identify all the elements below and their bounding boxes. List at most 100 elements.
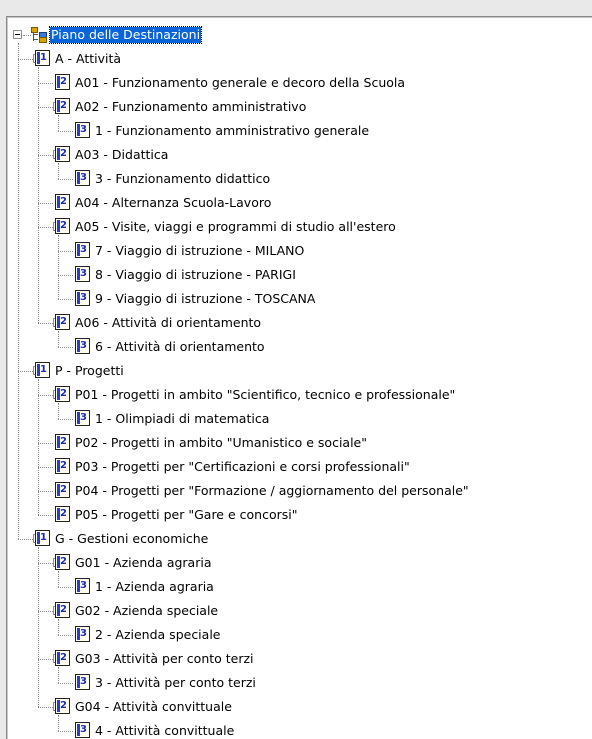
tree-node-label[interactable]: P03 - Progetti per "Certificazioni e cor… — [74, 459, 411, 475]
tree-node-level-2[interactable]: 2 A05 - Visite, viaggi e programmi di stu… — [7, 215, 592, 239]
tree-node-label[interactable]: P - Progetti — [54, 363, 125, 379]
level-2-node-icon: 2 — [55, 458, 70, 474]
tree-node-label[interactable]: P04 - Progetti per "Formazione / aggiorn… — [74, 483, 470, 499]
level-3-node-icon: 3 — [75, 338, 90, 354]
level-3-node-icon: 3 — [75, 626, 90, 642]
node-badge: 3 — [80, 172, 87, 183]
tree-node-label[interactable]: P05 - Progetti per "Gare e concorsi" — [74, 507, 298, 523]
tree-node-label[interactable]: 1 - Azienda agraria — [94, 579, 215, 595]
tree-node-label[interactable]: 7 - Viaggio di istruzione - MILANO — [94, 243, 305, 259]
node-badge: 2 — [60, 220, 67, 231]
tree-node-level-3[interactable]: 3 1 - Azienda agraria — [7, 575, 592, 599]
tree-node-level-2[interactable]: 2 G03 - Attività per conto terzi — [7, 647, 592, 671]
tree-node-label[interactable]: A04 - Alternanza Scuola-Lavoro — [74, 195, 272, 211]
node-badge: 3 — [80, 268, 87, 279]
tree-node-level-2[interactable]: 2 A04 - Alternanza Scuola-Lavoro — [7, 191, 592, 215]
tree-node-level-2[interactable]: 2 A06 - Attività di orientamento — [7, 311, 592, 335]
tree-node-label[interactable]: 3 - Attività per conto terzi — [94, 675, 257, 691]
tree-node-level-2[interactable]: 2 G01 - Azienda agraria — [7, 551, 592, 575]
tree-node-level-2[interactable]: 2 P03 - Progetti per "Certificazioni e co… — [7, 455, 592, 479]
tree-node-label[interactable]: 4 - Attività convittuale — [94, 723, 235, 739]
tree-node-level-1[interactable]: 1 G - Gestioni economiche — [7, 527, 592, 551]
level-3-node-icon: 3 — [75, 722, 90, 738]
tree-node-level-2[interactable]: 2 G04 - Attività convittuale — [7, 695, 592, 719]
node-badge: 3 — [80, 724, 87, 735]
tree-node-label[interactable]: A01 - Funzionamento generale e decoro de… — [74, 75, 406, 91]
tree-node-level-3[interactable]: 3 9 - Viaggio di istruzione - TOSCANA — [7, 287, 592, 311]
tree-node-label[interactable]: A - Attività — [54, 51, 122, 67]
tree-node-label[interactable]: G03 - Attività per conto terzi — [74, 651, 255, 667]
level-1-node-icon: 1 — [35, 50, 50, 66]
node-badge: 2 — [60, 460, 67, 471]
node-badge: 2 — [60, 604, 67, 615]
node-badge: 2 — [60, 76, 67, 87]
tree-node-level-3[interactable]: 3 3 - Attività per conto terzi — [7, 671, 592, 695]
tree-node-label[interactable]: P01 - Progetti in ambito "Scientifico, t… — [74, 387, 456, 403]
tree-node-level-2[interactable]: 2 G02 - Azienda speciale — [7, 599, 592, 623]
node-badge: 2 — [60, 652, 67, 663]
collapse-toggle-icon[interactable] — [13, 30, 22, 39]
tree-node-level-3[interactable]: 3 6 - Attività di orientamento — [7, 335, 592, 359]
tree-root-label[interactable]: Piano delle Destinazioni — [48, 26, 203, 44]
tree-node-level-3[interactable]: 3 3 - Funzionamento didattico — [7, 167, 592, 191]
node-badge: 3 — [80, 292, 87, 303]
node-badge: 2 — [60, 388, 67, 399]
tree-root-row[interactable]: Piano delle Destinazioni — [7, 23, 592, 47]
tree-node-level-2[interactable]: 2 P04 - Progetti per "Formazione / aggior… — [7, 479, 592, 503]
level-2-node-icon: 2 — [55, 146, 70, 162]
node-badge: 2 — [60, 556, 67, 567]
node-badge: 2 — [60, 484, 67, 495]
tree-node-label[interactable]: G - Gestioni economiche — [54, 531, 209, 547]
destinations-tree[interactable]: Piano delle Destinazioni 1A - Attività 2 A… — [7, 17, 592, 739]
level-2-node-icon: 2 — [55, 482, 70, 498]
tree-node-level-3[interactable]: 3 2 - Azienda speciale — [7, 623, 592, 647]
node-badge: 2 — [60, 508, 67, 519]
node-badge: 2 — [60, 700, 67, 711]
tree-node-level-2[interactable]: 2 P01 - Progetti in ambito "Scientifico, … — [7, 383, 592, 407]
level-3-node-icon: 3 — [75, 410, 90, 426]
tree-node-level-2[interactable]: 2 P05 - Progetti per "Gare e concorsi" — [7, 503, 592, 527]
tree-node-label[interactable]: 2 - Azienda speciale — [94, 627, 221, 643]
tree-node-level-2[interactable]: 2 A03 - Didattica — [7, 143, 592, 167]
node-badge: 1 — [40, 364, 47, 375]
tree-node-label[interactable]: 1 - Olimpiadi di matematica — [94, 411, 270, 427]
tree-node-label[interactable]: 3 - Funzionamento didattico — [94, 171, 271, 187]
tree-node-label[interactable]: A02 - Funzionamento amministrativo — [74, 99, 307, 115]
level-2-node-icon: 2 — [55, 602, 70, 618]
tree-node-label[interactable]: 1 - Funzionamento amministrativo general… — [94, 123, 370, 139]
level-2-node-icon: 2 — [55, 506, 70, 522]
node-badge: 3 — [80, 412, 87, 423]
tree-node-label[interactable]: G02 - Azienda speciale — [74, 603, 219, 619]
tree-node-level-2[interactable]: 2 P02 - Progetti in ambito "Umanistico e … — [7, 431, 592, 455]
node-badge: 1 — [40, 532, 47, 543]
level-3-node-icon: 3 — [75, 674, 90, 690]
node-badge: 2 — [60, 196, 67, 207]
node-badge: 2 — [60, 148, 67, 159]
tree-node-label[interactable]: 9 - Viaggio di istruzione - TOSCANA — [94, 291, 316, 307]
level-2-node-icon: 2 — [55, 554, 70, 570]
tree-node-level-2[interactable]: 2 A01 - Funzionamento generale e decoro d… — [7, 71, 592, 95]
level-3-node-icon: 3 — [75, 578, 90, 594]
tree-node-level-2[interactable]: 2 A02 - Funzionamento amministrativo — [7, 95, 592, 119]
tree-node-label[interactable]: A06 - Attività di orientamento — [74, 315, 262, 331]
node-badge: 2 — [60, 316, 67, 327]
tree-node-label[interactable]: P02 - Progetti in ambito "Umanistico e s… — [74, 435, 368, 451]
tree-node-label[interactable]: 6 - Attività di orientamento — [94, 339, 266, 355]
tree-node-level-3[interactable]: 3 1 - Funzionamento amministrativo genera… — [7, 119, 592, 143]
tree-node-level-1[interactable]: 1 P - Progetti — [7, 359, 592, 383]
tree-node-label[interactable]: A05 - Visite, viaggi e programmi di stud… — [74, 219, 397, 235]
tree-node-level-3[interactable]: 3 7 - Viaggio di istruzione - MILANO — [7, 239, 592, 263]
level-1-node-icon: 1 — [35, 530, 50, 546]
tree-node-label[interactable]: A03 - Didattica — [74, 147, 169, 163]
tree-node-level-3[interactable]: 3 8 - Viaggio di istruzione - PARIGI — [7, 263, 592, 287]
tree-node-level-1[interactable]: 1 A - Attività — [7, 47, 592, 71]
level-3-node-icon: 3 — [75, 122, 90, 138]
tree-node-label[interactable]: 8 - Viaggio di istruzione - PARIGI — [94, 267, 297, 283]
tree-node-level-3[interactable]: 3 4 - Attività convittuale — [7, 719, 592, 739]
tree-node-label[interactable]: G04 - Attività convittuale — [74, 699, 233, 715]
node-badge: 3 — [80, 124, 87, 135]
tree-node-level-3[interactable]: 3 1 - Olimpiadi di matematica — [7, 407, 592, 431]
node-badge: 3 — [80, 340, 87, 351]
tree-node-label[interactable]: G01 - Azienda agraria — [74, 555, 212, 571]
level-2-node-icon: 2 — [55, 314, 70, 330]
